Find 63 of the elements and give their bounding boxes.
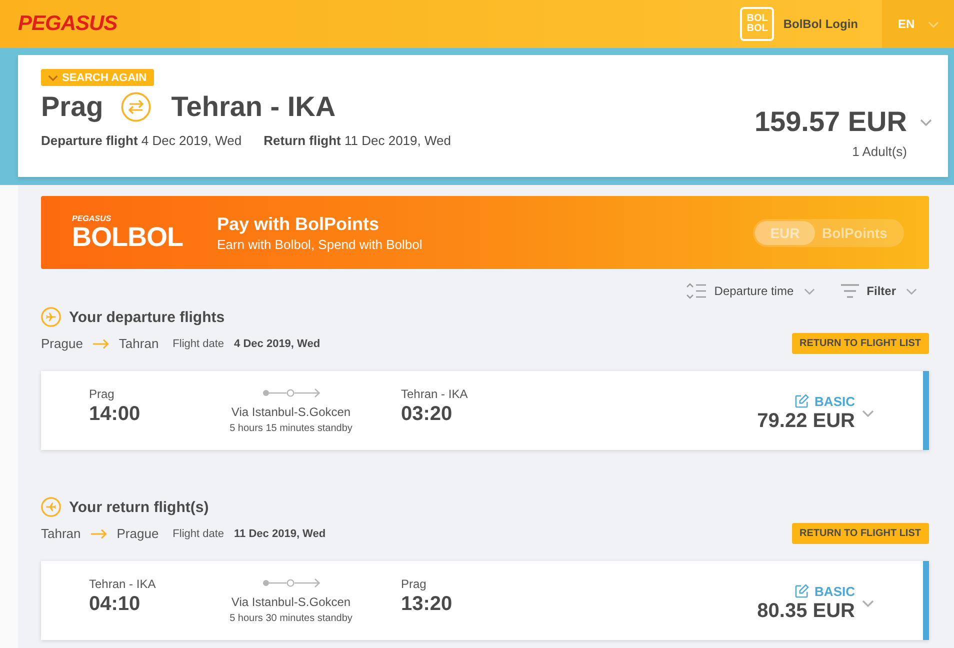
airplane-icon: [41, 307, 61, 327]
destination-city: Tehran - IKA: [171, 90, 336, 124]
flight-path-icon: [262, 388, 320, 398]
chevron-down-icon: [48, 74, 58, 80]
origin-city: Prag: [41, 90, 104, 124]
flight-date: 11 Dec 2019, Wed: [234, 528, 326, 540]
bolbol-logo: BOLBOL: [72, 223, 184, 251]
destination-airport: Tehran - IKA: [401, 386, 468, 402]
brand-logo[interactable]: PEGASUS: [18, 12, 118, 36]
edit-icon: [794, 584, 809, 598]
login-link[interactable]: BolBol Login: [783, 17, 858, 31]
chevron-down-icon: [928, 20, 939, 28]
chevron-down-icon: [906, 288, 917, 294]
passenger-count: 1 Adult(s): [852, 144, 907, 160]
destination-airport: Prag: [401, 576, 426, 592]
fare-price: 80.35 EUR: [757, 599, 855, 623]
standby-duration: 5 hours 30 minutes standby: [230, 612, 352, 625]
departure-date: Departure flight 4 Dec 2019, Wed: [41, 132, 242, 150]
route-origin: Prague: [41, 336, 83, 351]
flight-card[interactable]: Tehran - IKA 04:10 Via Istanbul-S.Gokcen 5 hours 30 minutes standby Prag 13:20 BASIC 80.35 EUR: [41, 561, 929, 640]
fare-type: BASIC: [814, 394, 855, 408]
total-price: 159.57 EUR: [754, 105, 907, 139]
section-title: Your return flight(s): [69, 498, 209, 516]
loyalty-logo: BOL BOL: [740, 7, 774, 41]
edit-icon: [794, 394, 809, 408]
airplane-icon: [41, 497, 61, 517]
flight-date-label: Flight date: [172, 338, 224, 350]
banner-title: Pay with BolPoints: [217, 212, 380, 236]
logo-tagline: PEGASUS: [72, 214, 112, 223]
arrow-right-icon: [92, 338, 109, 348]
chevron-down-icon[interactable]: [862, 600, 874, 606]
departure-time: 04:10: [89, 592, 140, 616]
flight-date-label: Flight date: [172, 528, 224, 540]
banner-subtitle: Earn with Bolbol, Spend with Bolbol: [217, 236, 424, 254]
chevron-down-icon: [804, 288, 815, 294]
departure-time: 14:00: [89, 402, 140, 426]
arrow-right-icon: [90, 528, 107, 538]
arrival-time: 13:20: [401, 592, 452, 616]
standby-duration: 5 hours 15 minutes standby: [230, 422, 352, 435]
flight-date: 4 Dec 2019, Wed: [234, 338, 320, 350]
stopover-info: Via Istanbul-S.Gokcen: [231, 594, 351, 610]
flight-path-icon: [262, 578, 320, 588]
return-date: Return flight 11 Dec 2019, Wed: [264, 132, 451, 150]
route-destination: Tahran: [118, 336, 159, 351]
origin-airport: Tehran - IKA: [89, 576, 156, 592]
section-title: Your departure flights: [69, 308, 225, 326]
swap-icon[interactable]: [121, 92, 152, 122]
stopover-info: Via Istanbul-S.Gokcen: [231, 404, 351, 420]
fare-type: BASIC: [814, 584, 855, 598]
sort-icon: [686, 282, 706, 300]
return-to-list-button[interactable]: RETURN TO FLIGHT LIST: [792, 523, 929, 544]
route-origin: Tahran: [41, 526, 81, 541]
filter-dropdown[interactable]: Filter: [840, 281, 917, 301]
return-to-list-button[interactable]: RETURN TO FLIGHT LIST: [792, 333, 929, 354]
chevron-down-icon[interactable]: [862, 410, 874, 416]
filter-icon: [840, 284, 859, 298]
arrival-time: 03:20: [401, 402, 452, 426]
origin-airport: Prag: [89, 386, 114, 402]
flight-card[interactable]: Prag 14:00 Via Istanbul-S.Gokcen 5 hours 15 minutes standby Tehran - IKA 03:20 BASIC 79.22 EUR: [41, 371, 929, 450]
route-destination: Prague: [116, 526, 159, 541]
fare-price: 79.22 EUR: [757, 409, 855, 433]
sort-dropdown[interactable]: Departure time: [686, 281, 815, 301]
chevron-down-icon[interactable]: [920, 118, 932, 126]
